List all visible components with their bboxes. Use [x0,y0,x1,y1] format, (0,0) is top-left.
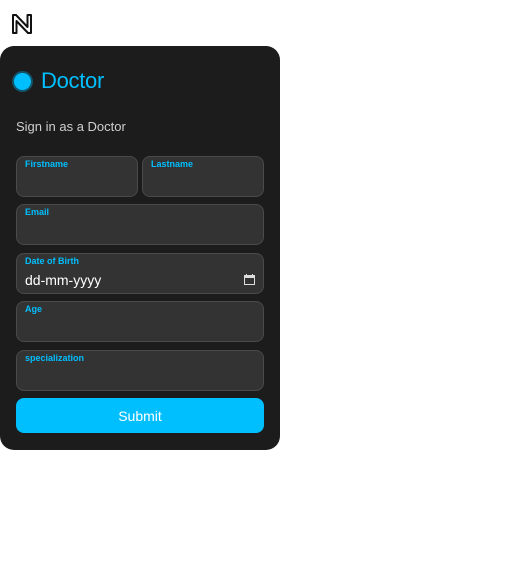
card-title: Doctor [41,68,104,93]
email-label: Email [25,207,50,217]
date-of-birth-value: dd-mm-yyyy [25,272,102,288]
date-of-birth-field[interactable]: Date of Birth dd-mm-yyyy [16,253,264,294]
firstname-field[interactable]: Firstname [16,156,138,197]
lastname-field[interactable]: Lastname [142,156,264,197]
email-field[interactable]: Email [16,204,264,245]
lastname-label: Lastname [151,159,194,169]
firstname-label: Firstname [25,159,69,169]
status-dot-icon [14,72,31,90]
date-of-birth-label: Date of Birth [25,256,79,266]
card-subtitle: Sign in as a Doctor [16,119,126,134]
card-header: Doctor [14,68,104,94]
submit-button[interactable]: Submit [16,398,264,433]
doctor-signin-card: Doctor Sign in as a Doctor Firstname Las… [0,46,280,450]
calendar-icon[interactable] [244,274,255,285]
age-label: Age [25,304,43,314]
specialization-field[interactable]: specialization [16,350,264,391]
specialization-label: specialization [25,353,85,363]
n-logo-icon [12,14,32,34]
age-field[interactable]: Age [16,301,264,342]
